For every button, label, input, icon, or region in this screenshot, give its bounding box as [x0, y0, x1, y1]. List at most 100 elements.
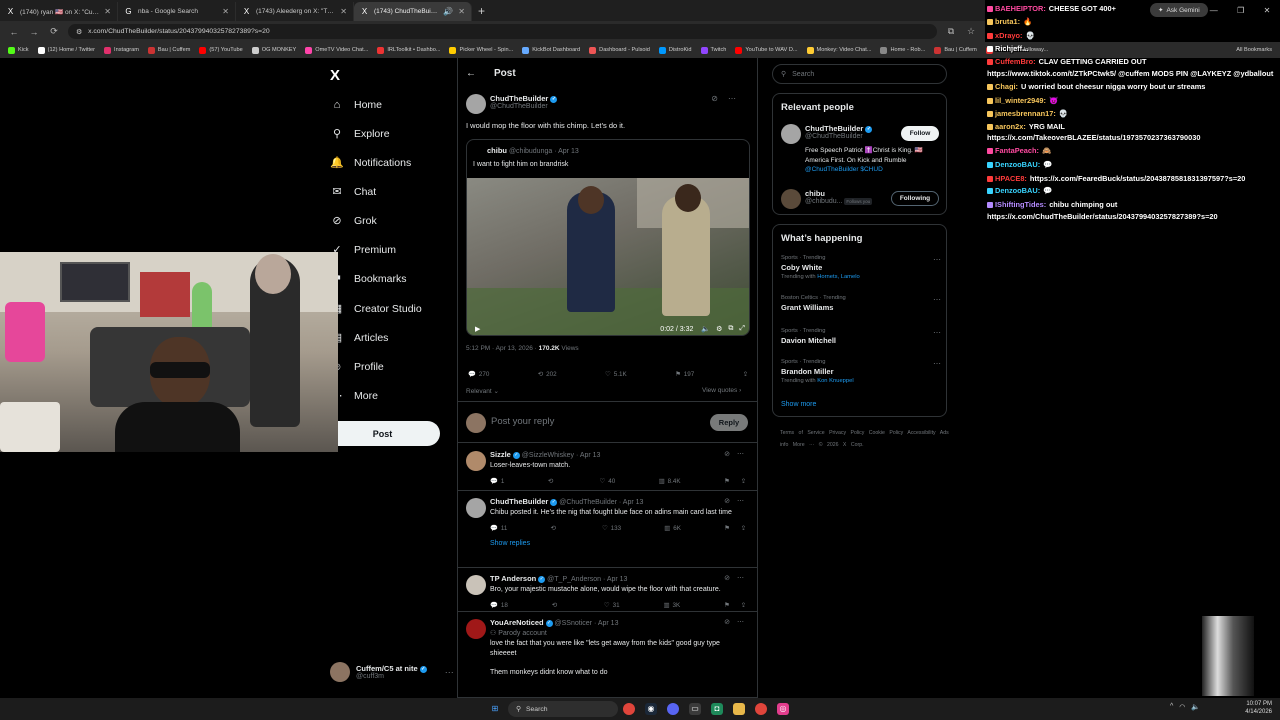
person-chud[interactable]: ChudTheBuilder ✓ @ChudTheBuilder	[805, 124, 897, 140]
close-tab-icon[interactable]: ✕	[458, 7, 465, 16]
reply-action[interactable]: 💬 11	[490, 524, 507, 533]
show-replies-link[interactable]: Show replies	[490, 540, 748, 547]
sort-relevant-dropdown[interactable]: Relevant ⌄	[466, 387, 499, 395]
settings-icon[interactable]: ⚙	[716, 325, 722, 333]
bookmark-item[interactable]: Monkey: Video Chat...	[806, 46, 871, 54]
repost-action[interactable]: ⟲	[551, 525, 559, 532]
bookmark-action[interactable]: ⚑ ⇪	[724, 602, 746, 609]
bio-links[interactable]: @ChudTheBuilder $CHUD	[805, 166, 883, 173]
app-icon-2[interactable]: ◘	[711, 703, 723, 715]
browser-tab-1[interactable]: X (1740) ryan 🇺🇸 on X: "Cuffem ... ✕	[0, 2, 118, 21]
like-action[interactable]: ♡ 40	[600, 478, 616, 485]
trend-item[interactable]: Sports · Trending Davion Mitchell ⋯	[781, 328, 941, 345]
reply-post[interactable]: TP Anderson ✓ @T_P_Anderson · Apr 13 ⊘ ⋯…	[458, 568, 757, 612]
browser-tab-active[interactable]: X (1743) ChudTheBuilder on 🔊 ✕	[354, 2, 472, 21]
nav-item-chat[interactable]: ✉ Chat	[330, 185, 376, 199]
post-button[interactable]: Post	[325, 421, 440, 446]
bookmark-item[interactable]: (57) YouTube	[199, 46, 243, 54]
bookmark-item[interactable]: KickBot Dashboard	[522, 46, 580, 54]
new-tab-button[interactable]: +	[472, 2, 491, 21]
grok-icon[interactable]: ⊘	[724, 450, 730, 458]
play-icon[interactable]: ▶	[475, 325, 480, 333]
nav-item-home[interactable]: ⌂ Home	[330, 98, 382, 112]
footer-links[interactable]: Terms of Service Privacy Policy Cookie P…	[780, 427, 950, 451]
chevron-up-icon[interactable]: ^	[1170, 703, 1173, 711]
trend-with-links[interactable]: Hornets, Lamelo	[817, 274, 860, 280]
more-options-icon[interactable]: ⋯	[445, 667, 454, 678]
grok-icon[interactable]: ⊘	[724, 497, 730, 505]
steam-icon[interactable]: ◉	[645, 703, 657, 715]
avatar[interactable]	[466, 619, 486, 639]
bookmark-item[interactable]: Bau | Cuffem	[147, 46, 190, 54]
reload-icon[interactable]: ⟳	[48, 26, 60, 37]
more-options-icon[interactable]: ⋯	[933, 295, 941, 304]
reply-button[interactable]: Reply	[710, 414, 748, 431]
bookmark-item[interactable]: OmeTV Video Chat...	[305, 46, 368, 54]
bookmark-item[interactable]: Kick	[8, 46, 29, 54]
reply-input[interactable]: Post your reply	[491, 416, 554, 427]
bookmark-item[interactable]: Bau | Cuffem	[934, 46, 977, 54]
account-switcher[interactable]: Cuffem/C5 at nite ✓ @cuff3m ⋯	[330, 662, 454, 682]
close-tab-icon[interactable]: ✕	[104, 7, 111, 16]
trend-item[interactable]: Sports · Trending Coby White Trending wit…	[781, 255, 941, 280]
app-icon[interactable]: ▭	[689, 703, 701, 715]
bookmark-item[interactable]: OG MONKEY	[251, 46, 296, 54]
more-options-icon[interactable]: ⋯	[737, 574, 744, 582]
view-quotes-link[interactable]: View quotes ›	[702, 387, 741, 394]
bookmark-item[interactable]: (12) Home / Twitter	[37, 46, 95, 54]
volume-icon[interactable]: 🔈	[701, 325, 710, 333]
share-icon[interactable]: ⇪	[741, 478, 746, 485]
file-explorer-icon[interactable]	[733, 703, 745, 715]
bookmark-item[interactable]: Home - Rob...	[880, 46, 925, 54]
install-icon[interactable]: ⧉	[945, 26, 957, 37]
nav-item-premium[interactable]: ✓ Premium	[330, 243, 396, 257]
avatar[interactable]	[466, 94, 486, 114]
avatar[interactable]	[781, 124, 801, 144]
avatar[interactable]	[466, 498, 486, 518]
star-icon[interactable]: ☆	[965, 26, 977, 37]
bookmark-action[interactable]: ⚑ 197	[675, 371, 694, 378]
nav-item-explore[interactable]: ⚲ Explore	[330, 127, 390, 141]
reply-action[interactable]: 💬 1	[490, 477, 504, 486]
close-tab-icon[interactable]: ✕	[222, 7, 229, 16]
trend-item[interactable]: Boston Celtics · Trending Grant Williams…	[781, 295, 941, 312]
site-info-icon[interactable]: ⚙	[76, 28, 82, 36]
nav-item-creator-studio[interactable]: ▦Creator Studio	[330, 302, 422, 316]
nav-item-articles[interactable]: ▤Articles	[330, 331, 389, 345]
repost-action[interactable]: ⟲	[548, 478, 556, 485]
bookmark-item[interactable]: DistroKid	[658, 46, 692, 54]
avatar[interactable]	[466, 451, 486, 471]
more-options-icon[interactable]: ⋯	[933, 359, 941, 368]
following-button[interactable]: Following	[891, 191, 939, 206]
bookmark-item[interactable]: YouTube to WAV D...	[735, 46, 798, 54]
bookmark-item[interactable]: Dashboard - Pulsoid	[589, 46, 650, 54]
repost-action[interactable]: ⟲	[552, 602, 560, 609]
share-action[interactable]: ⇪	[743, 371, 748, 378]
like-action[interactable]: ♡ 5.1K	[605, 371, 627, 378]
app-icon-3[interactable]: ◎	[777, 703, 789, 715]
nav-item-grok[interactable]: ⊘ Grok	[330, 214, 376, 228]
share-icon[interactable]: ⇪	[741, 602, 746, 609]
bookmark-item[interactable]: Instagram	[104, 46, 139, 54]
more-options-icon[interactable]: ⋯	[933, 328, 941, 337]
reply-post[interactable]: YouAreNoticed ✓ @SSnoticer · Apr 13 ⊘ ⋯ ⚇…	[458, 612, 757, 698]
search-input[interactable]: ⚲ Search	[772, 64, 947, 84]
avatar[interactable]	[781, 189, 801, 209]
forward-icon[interactable]: →	[28, 27, 40, 37]
wifi-icon[interactable]: ◠	[1179, 703, 1185, 711]
bookmark-item[interactable]: Twitch	[700, 46, 726, 54]
back-icon[interactable]: ←	[8, 27, 20, 37]
nav-item-notifications[interactable]: 🔔 Notifications	[330, 156, 411, 170]
discord-icon[interactable]	[667, 703, 679, 715]
reply-action[interactable]: 💬 270	[468, 370, 489, 379]
more-options-icon[interactable]: ⋯	[933, 255, 941, 264]
like-action[interactable]: ♡ 133	[602, 525, 621, 532]
grok-icon[interactable]: ⊘	[724, 618, 730, 626]
more-options-icon[interactable]: ⋯	[737, 450, 744, 458]
x-logo[interactable]: X	[330, 67, 340, 84]
reply-action[interactable]: 💬 18	[490, 601, 508, 610]
system-clock[interactable]: 10:07 PM 4/14/2026	[1245, 700, 1272, 716]
browser-tab-3[interactable]: X (1743) Aleederg on X: "This is th... ✕	[236, 2, 354, 21]
trend-item[interactable]: Sports · Trending Brandon Miller Trending…	[781, 359, 941, 384]
volume-icon[interactable]: 🔈	[1191, 703, 1200, 711]
